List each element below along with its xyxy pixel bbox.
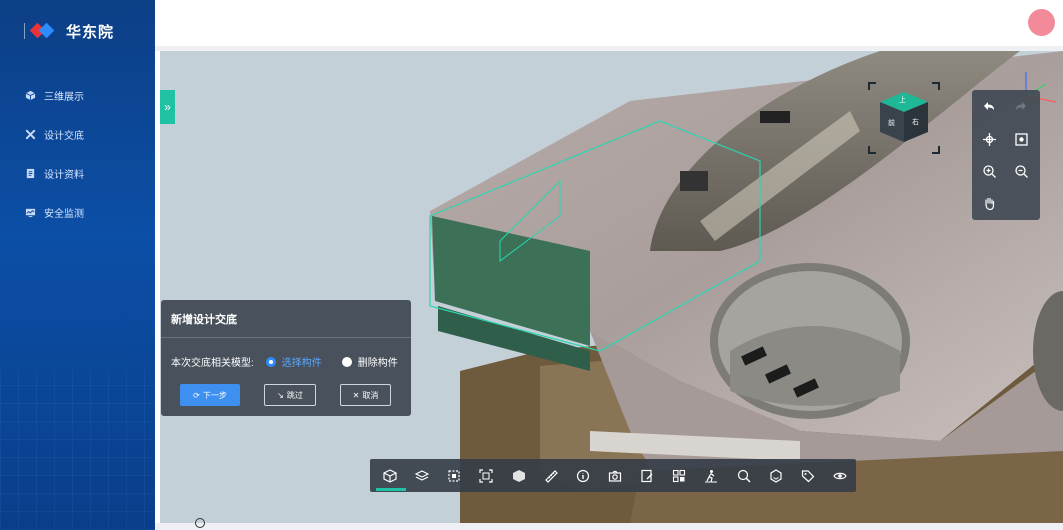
dialog-title: 新增设计交底 bbox=[161, 300, 411, 338]
radio-unselected-icon[interactable] bbox=[341, 356, 352, 367]
double-chevron-right-icon: » bbox=[164, 100, 171, 114]
isolate-icon bbox=[770, 468, 782, 483]
sidebar-item-label: 安全监测 bbox=[44, 209, 84, 220]
viewport-footer bbox=[155, 523, 1063, 530]
view-cube[interactable]: 上 前 右 bbox=[868, 82, 940, 154]
radio-selected-icon[interactable] bbox=[265, 356, 276, 367]
hand-pan-button[interactable] bbox=[978, 192, 1000, 214]
model-field-label: 本次交底相关模型: bbox=[171, 358, 254, 369]
sidebar-item-3d-view[interactable]: 三维展示 bbox=[0, 76, 155, 115]
zoom-in-icon bbox=[982, 164, 996, 178]
measure-button[interactable] bbox=[535, 459, 567, 492]
sidebar-item-design-briefing[interactable]: 设计交底 bbox=[0, 115, 155, 154]
select-component-option[interactable]: 选择构件 bbox=[265, 354, 322, 369]
skip-button[interactable]: ↘ 跳过 bbox=[264, 384, 316, 406]
section-box-icon bbox=[448, 469, 460, 482]
next-step-label: 下一步 bbox=[202, 390, 227, 400]
section-box-button[interactable] bbox=[438, 459, 470, 492]
refresh-icon: ⟳ bbox=[193, 390, 200, 400]
avatar[interactable] bbox=[1028, 9, 1055, 36]
view-cube-front-label: 前 bbox=[888, 120, 895, 127]
layers-icon bbox=[415, 469, 430, 481]
tag-button[interactable] bbox=[792, 459, 824, 492]
grid-view-icon bbox=[673, 469, 686, 482]
walkthrough-icon bbox=[705, 469, 718, 482]
layers-button[interactable] bbox=[406, 459, 438, 492]
hand-icon bbox=[984, 197, 994, 210]
zoom-out-button[interactable] bbox=[1010, 160, 1032, 182]
explode-icon bbox=[737, 469, 751, 482]
snapshot-button[interactable] bbox=[599, 459, 631, 492]
logo-icon bbox=[24, 21, 56, 41]
sidebar-item-safety-monitoring[interactable]: 安全监测 bbox=[0, 193, 155, 232]
isolate-button[interactable] bbox=[760, 459, 792, 492]
document-icon bbox=[24, 168, 36, 180]
sidebar-nav: 三维展示 设计交底 设计资料 安全监测 bbox=[0, 76, 155, 232]
next-step-button[interactable]: ⟳ 下一步 bbox=[180, 384, 240, 406]
mouse-cursor-icon bbox=[195, 518, 205, 528]
visibility-icon bbox=[833, 472, 847, 479]
grid-view-button[interactable] bbox=[663, 459, 695, 492]
sidebar: 华东院 三维展示 设计交底 设计资料 安全监测 bbox=[0, 0, 155, 530]
fit-view-button[interactable] bbox=[1010, 128, 1032, 150]
home-view-icon bbox=[383, 468, 397, 483]
cancel-button[interactable]: ✕ 取消 bbox=[340, 384, 391, 406]
tag-icon bbox=[801, 469, 815, 482]
view-control-panel bbox=[972, 90, 1040, 220]
camera-icon bbox=[608, 470, 622, 482]
new-design-briefing-dialog: 新增设计交底 本次交底相关模型: 选择构件 删除构件 ⟳ 下一步 ↘ 跳过 ✕ … bbox=[161, 300, 411, 416]
brand-name: 华东院 bbox=[66, 23, 115, 41]
redo-icon bbox=[1016, 102, 1026, 110]
zoom-out-icon bbox=[1014, 164, 1028, 178]
bottom-toolbar bbox=[370, 459, 856, 492]
home-view-button[interactable] bbox=[374, 459, 407, 492]
move-icon bbox=[982, 132, 996, 146]
brand: 华东院 bbox=[24, 18, 115, 44]
fit-selection-icon bbox=[479, 468, 494, 483]
undo-icon bbox=[984, 102, 994, 110]
redo-button[interactable] bbox=[1010, 96, 1032, 118]
properties-button[interactable] bbox=[567, 459, 599, 492]
sidebar-item-label: 三维展示 bbox=[44, 92, 84, 103]
top-header bbox=[155, 0, 1063, 46]
visibility-button[interactable] bbox=[824, 459, 856, 492]
view-cube-right-label: 右 bbox=[912, 119, 919, 126]
sidebar-item-label: 设计交底 bbox=[44, 131, 84, 142]
close-icon: ✕ bbox=[352, 390, 360, 400]
model-select-row: 本次交底相关模型: 选择构件 删除构件 bbox=[171, 354, 398, 369]
select-component-label: 选择构件 bbox=[281, 358, 322, 369]
sidebar-item-label: 设计资料 bbox=[44, 170, 84, 181]
model-tree-icon bbox=[512, 469, 525, 482]
delete-component-label: 删除构件 bbox=[357, 358, 398, 369]
markup-button[interactable] bbox=[631, 459, 663, 492]
cancel-label: 取消 bbox=[362, 390, 379, 400]
tools-icon bbox=[24, 129, 36, 141]
explode-button[interactable] bbox=[728, 459, 760, 492]
focus-frame-icon bbox=[1014, 132, 1028, 146]
undo-button[interactable] bbox=[978, 96, 1000, 118]
markup-icon bbox=[641, 469, 653, 482]
fit-selection-button[interactable] bbox=[470, 459, 502, 492]
pan-orbit-button[interactable] bbox=[978, 128, 1000, 150]
walkthrough-button[interactable] bbox=[695, 459, 727, 492]
model-tree-button[interactable] bbox=[503, 459, 535, 492]
measure-icon bbox=[544, 469, 558, 483]
cube-icon bbox=[24, 90, 36, 102]
delete-component-option[interactable]: 删除构件 bbox=[341, 354, 398, 369]
skip-arrow-icon: ↘ bbox=[277, 390, 284, 400]
monitor-icon bbox=[24, 207, 36, 219]
view-cube-top-label: 上 bbox=[899, 97, 906, 104]
properties-icon bbox=[576, 469, 590, 482]
sidebar-item-design-docs[interactable]: 设计资料 bbox=[0, 154, 155, 193]
zoom-in-button[interactable] bbox=[978, 160, 1000, 182]
skip-label: 跳过 bbox=[286, 390, 303, 400]
expand-panel-button[interactable]: » bbox=[160, 90, 175, 124]
